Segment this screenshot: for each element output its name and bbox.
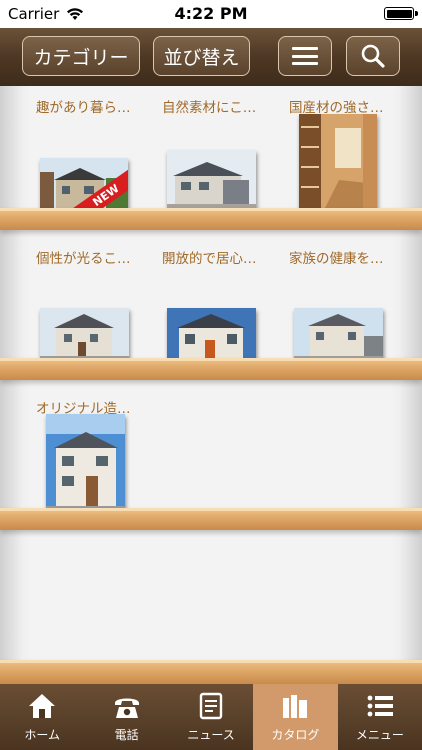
category-button[interactable]: カテゴリー	[22, 36, 140, 76]
news-icon	[196, 691, 226, 721]
menu-list-icon	[365, 691, 395, 721]
catalog-item-title[interactable]: 趣があり暮ら…	[36, 96, 148, 116]
tab-label: 電話	[114, 728, 139, 742]
status-bar: Carrier 4:22 PM	[0, 0, 422, 28]
hamburger-icon	[292, 47, 318, 65]
tab-label: カタログ	[271, 728, 320, 742]
catalog-item-title[interactable]: 国産材の強さ…	[289, 96, 401, 116]
battery-icon	[384, 7, 418, 20]
tab-label: メニュー	[355, 728, 404, 742]
tab-phone[interactable]: 電話	[84, 684, 168, 750]
tab-bar: ホーム 電話 ニュース カタログ メニュー	[0, 684, 422, 750]
catalog-shelf: 趣があり暮ら… NEW 自然素材にこ… 国産材の強さ… 個性が光るこ… 開放的で…	[0, 86, 422, 684]
home-icon	[27, 691, 57, 721]
catalog-item-title[interactable]: 家族の健康を…	[289, 247, 401, 267]
tab-news[interactable]: ニュース	[169, 684, 253, 750]
catalog-item-thumbnail[interactable]	[46, 414, 125, 516]
tab-menu[interactable]: メニュー	[338, 684, 422, 750]
phone-icon	[112, 691, 142, 721]
clock: 4:22 PM	[174, 4, 248, 23]
catalog-item-thumbnail[interactable]	[167, 150, 256, 216]
catalog-item-title[interactable]: 個性が光るこ…	[36, 247, 148, 267]
shelf-board	[0, 508, 422, 530]
search-button[interactable]	[346, 36, 400, 76]
tab-catalog[interactable]: カタログ	[253, 684, 338, 750]
catalog-icon	[280, 691, 310, 721]
catalog-item-title[interactable]: 開放的で居心…	[162, 247, 274, 267]
tab-label: ホーム	[24, 728, 61, 742]
catalog-item-title[interactable]: 自然素材にこ…	[162, 96, 274, 116]
sort-button[interactable]: 並び替え	[153, 36, 250, 76]
shelf-board	[0, 358, 422, 380]
catalog-item-thumbnail[interactable]	[299, 114, 377, 216]
tab-label: ニュース	[187, 728, 235, 742]
tab-home[interactable]: ホーム	[0, 684, 84, 750]
shelf-board	[0, 660, 422, 684]
shelf-board	[0, 208, 422, 230]
search-icon	[361, 44, 385, 68]
top-toolbar: カテゴリー 並び替え	[0, 28, 422, 86]
menu-button[interactable]	[278, 36, 332, 76]
